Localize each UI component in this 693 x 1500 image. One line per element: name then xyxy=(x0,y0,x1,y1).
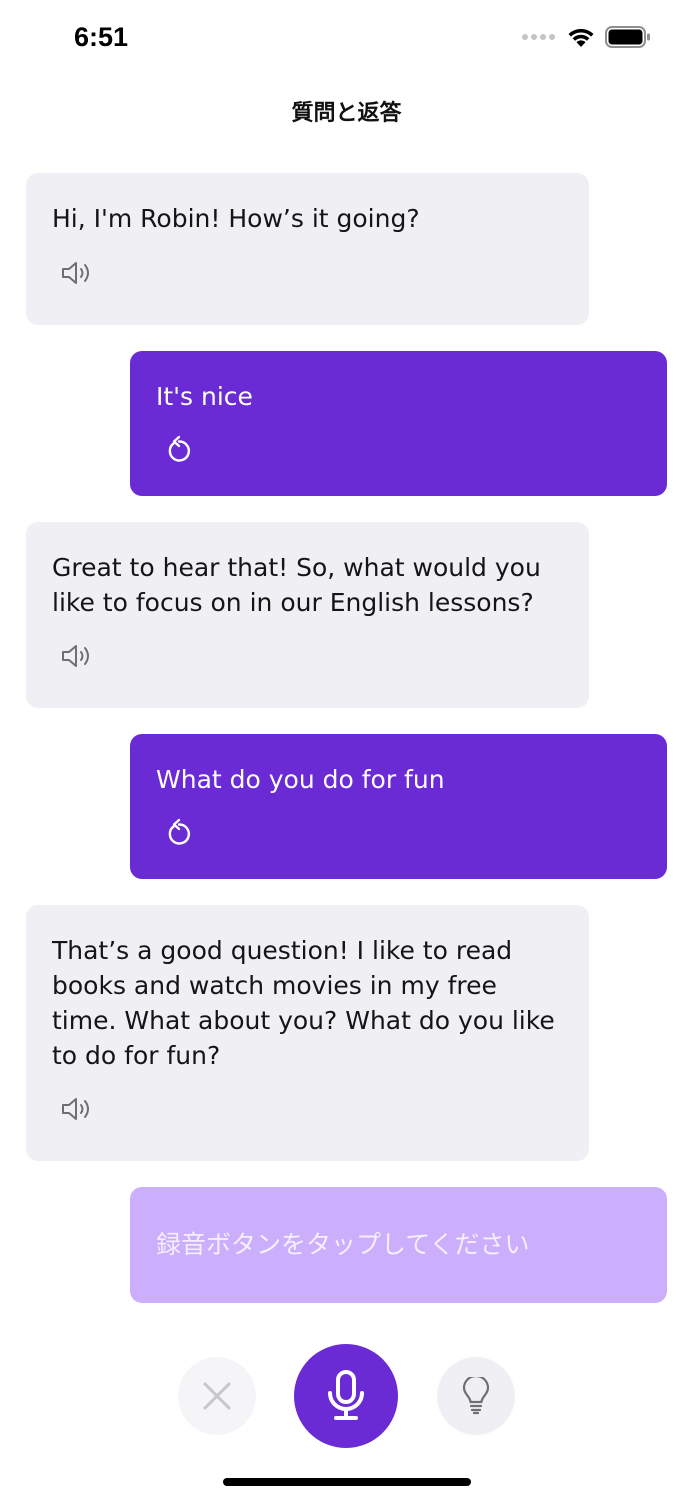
message-text: That’s a good question! I like to read b… xyxy=(52,936,555,1070)
bot-message: That’s a good question! I like to read b… xyxy=(26,905,589,1161)
microphone-icon xyxy=(328,1370,364,1420)
wifi-icon xyxy=(568,28,594,47)
user-message: What do you do for fun xyxy=(130,734,667,879)
message-text: What do you do for fun xyxy=(156,765,445,794)
speaker-icon[interactable] xyxy=(60,643,94,669)
hint-button[interactable] xyxy=(437,1357,515,1435)
replay-icon[interactable] xyxy=(164,435,194,465)
lightbulb-icon xyxy=(462,1377,490,1415)
bot-message: Hi, I'm Robin! How’s it going? xyxy=(26,173,589,325)
replay-icon[interactable] xyxy=(164,818,194,848)
message-text: It's nice xyxy=(156,382,253,411)
speaker-icon[interactable] xyxy=(60,1096,94,1122)
user-message: It's nice xyxy=(130,351,667,496)
close-icon xyxy=(203,1382,231,1410)
status-time: 6:51 xyxy=(74,22,129,52)
message-text: Great to hear that! So, what would you l… xyxy=(52,553,541,617)
speaker-icon[interactable] xyxy=(60,260,94,286)
status-icons xyxy=(522,26,651,48)
record-button[interactable] xyxy=(294,1344,398,1448)
bot-message: Great to hear that! So, what would you l… xyxy=(26,522,589,708)
status-bar: 6:51 xyxy=(0,0,693,80)
recording-placeholder-bubble: 録音ボタンをタップしてください xyxy=(130,1187,667,1303)
cellular-signal-icon xyxy=(522,34,555,40)
battery-icon xyxy=(605,26,650,48)
cancel-button[interactable] xyxy=(178,1357,256,1435)
page-title: 質問と返答 xyxy=(291,101,402,126)
message-text: Hi, I'm Robin! How’s it going? xyxy=(52,204,420,233)
home-indicator xyxy=(223,1478,471,1486)
recording-placeholder-text: 録音ボタンをタップしてください xyxy=(156,1230,530,1259)
